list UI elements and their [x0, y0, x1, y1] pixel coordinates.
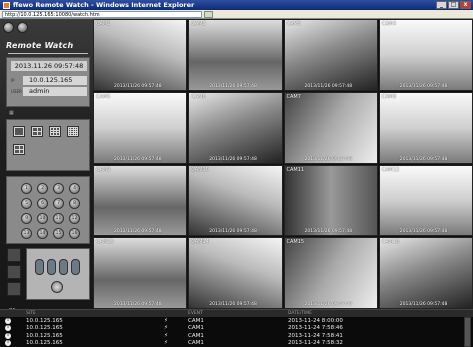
camera-tile-15[interactable]: CAM15 2013/11/26 09:57:48 [283, 237, 378, 309]
camera-button-16[interactable]: 16 [69, 228, 80, 239]
event-log-header: SITE EVENT DATE/TIME [0, 310, 473, 317]
site-column-header: SITE [26, 311, 36, 316]
camera-button-9[interactable]: 9 [21, 213, 32, 224]
camera-button-5[interactable]: 5 [21, 198, 32, 209]
ptz-tool-icon[interactable] [7, 248, 21, 262]
camera-tile-3[interactable]: CAM3 2013/11/26 09:57:48 [283, 19, 378, 91]
motion-icon: ⚡ [164, 325, 168, 332]
camera-tile-4[interactable]: CAM4 2013/11/26 09:57:48 [378, 19, 473, 91]
camera-button-12[interactable]: 12 [69, 213, 80, 224]
camera-tile-12[interactable]: CAM12 2013/11/26 09:57:48 [378, 164, 473, 237]
camera-button-6[interactable]: 6 [37, 198, 48, 209]
date-column-header: DATE/TIME [288, 311, 313, 316]
camera-tile-16[interactable]: CAM16 2013/11/26 09:57:48 [378, 237, 473, 309]
focus-far-button[interactable] [71, 259, 80, 275]
record-tool-icon[interactable] [7, 282, 21, 296]
refresh-icon[interactable] [17, 22, 28, 33]
camera-tile-9[interactable]: CAM9 2013/11/26 09:57:48 [93, 164, 188, 237]
connection-info: 2013.11.26 09:57:48 IP 10.0.125.165 USER… [6, 57, 90, 107]
layout-1x1-button[interactable] [13, 126, 25, 137]
brand-divider [8, 53, 88, 54]
zoom-in-button[interactable] [35, 259, 44, 275]
camera-tile-2[interactable]: CAM2 2013/11/26 09:57:48 [188, 19, 283, 91]
control-panel: Remote Watch 2013.11.26 09:57:48 IP 10.0… [0, 19, 93, 329]
camera-button-13[interactable]: 13 [21, 228, 32, 239]
address-bar: http://10.0.125.165:10080/watch.htm [0, 10, 473, 19]
layout-icon: ▦ [9, 110, 14, 116]
layout-3x3-button[interactable] [49, 126, 61, 137]
camera-button-3[interactable]: 3 [53, 183, 64, 194]
event-row[interactable]: ! 10.0.125.165 ⚡ CAM1 2013-11-24 7:58:32 [0, 340, 473, 347]
motion-icon: ⚡ [164, 332, 168, 339]
alert-icon: ! [5, 317, 11, 324]
camera-select-panel: 1 2 3 4 5 6 7 8 9 10 11 12 13 14 15 16 [6, 176, 90, 244]
motion-icon: ⚡ [164, 317, 168, 324]
go-icon[interactable] [204, 10, 213, 18]
camera-tile-10[interactable]: CAM10 2013/11/26 09:57:48 [188, 164, 283, 237]
layout-sequence-button[interactable] [13, 144, 25, 155]
event-row[interactable]: ! 10.0.125.165 ⚡ CAM1 2013-11-24 8:00:00 [0, 317, 473, 325]
layout-selector [6, 119, 90, 171]
camera-tile-8[interactable]: CAM8 2013/11/26 09:57:48 [378, 91, 473, 164]
camera-button-11[interactable]: 11 [53, 213, 64, 224]
camera-tile-11[interactable]: CAM11 2013/11/26 09:57:48 [283, 164, 378, 237]
user-label: USER [11, 89, 22, 94]
window-title: ffewo Remote Watch - Windows Internet Ex… [13, 1, 195, 9]
alert-icon: ! [5, 325, 11, 332]
ip-label: IP [11, 78, 15, 83]
camera-button-7[interactable]: 7 [53, 198, 64, 209]
camera-tile-14[interactable]: CAM14 2013/11/26 09:57:48 [188, 237, 283, 309]
alert-icon: ! [5, 340, 11, 347]
config-icon[interactable] [3, 22, 14, 33]
focus-near-button[interactable] [59, 259, 68, 275]
motion-icon: ⚡ [164, 340, 168, 347]
camera-button-14[interactable]: 14 [37, 228, 48, 239]
user-value: admin [23, 87, 87, 96]
zoom-out-button[interactable] [47, 259, 56, 275]
alert-icon: ! [5, 332, 11, 339]
close-button[interactable]: x [460, 1, 471, 9]
minimize-button[interactable]: _ [436, 1, 447, 9]
ip-value: 10.0.125.165 [23, 76, 87, 85]
camera-tile-13[interactable]: CAM13 2013/11/26 09:57:48 [93, 237, 188, 309]
current-datetime: 2013.11.26 09:57:48 [11, 61, 87, 71]
event-row[interactable]: ! 10.0.125.165 ⚡ CAM1 2013-11-24 7:58:46 [0, 325, 473, 333]
camera-button-1[interactable]: 1 [21, 183, 32, 194]
event-column-header: EVENT [188, 311, 203, 316]
camera-button-8[interactable]: 8 [69, 198, 80, 209]
ptz-joystick-knob[interactable] [51, 281, 63, 293]
maximize-button[interactable]: □ [448, 1, 459, 9]
brand-title: Remote Watch [6, 41, 74, 50]
ptz-control-panel [26, 248, 90, 300]
camera-tile-5[interactable]: CAM5 2013/11/26 09:57:48 [93, 91, 188, 164]
camera-button-10[interactable]: 10 [37, 213, 48, 224]
camera-button-15[interactable]: 15 [53, 228, 64, 239]
layout-4x4-button[interactable] [67, 126, 79, 137]
event-log-scrollbar[interactable] [464, 317, 471, 347]
layout-2x2-button[interactable] [31, 126, 43, 137]
url-field[interactable]: http://10.0.125.165:10080/watch.htm [2, 10, 202, 18]
camera-button-2[interactable]: 2 [37, 183, 48, 194]
camera-tile-7[interactable]: CAM7 2013/11/26 09:57:48 [283, 91, 378, 164]
camera-button-4[interactable]: 4 [69, 183, 80, 194]
camera-grid: CAM1 2013/11/26 09:57:48 CAM2 2013/11/26 0… [93, 19, 473, 309]
window-title-bar: ffewo Remote Watch - Windows Internet Ex… [0, 0, 473, 10]
camera-tile-6[interactable]: CAM6 2013/11/26 09:57:48 [188, 91, 283, 164]
camera-tile-1[interactable]: CAM1 2013/11/26 09:57:48 [93, 19, 188, 91]
app-icon [3, 1, 10, 9]
event-log: SITE EVENT DATE/TIME ! 10.0.125.165 ⚡ CA… [0, 309, 473, 347]
audio-tool-icon[interactable] [7, 265, 21, 279]
event-row[interactable]: ! 10.0.125.165 ⚡ CAM1 2013-11-24 7:58:41 [0, 332, 473, 340]
